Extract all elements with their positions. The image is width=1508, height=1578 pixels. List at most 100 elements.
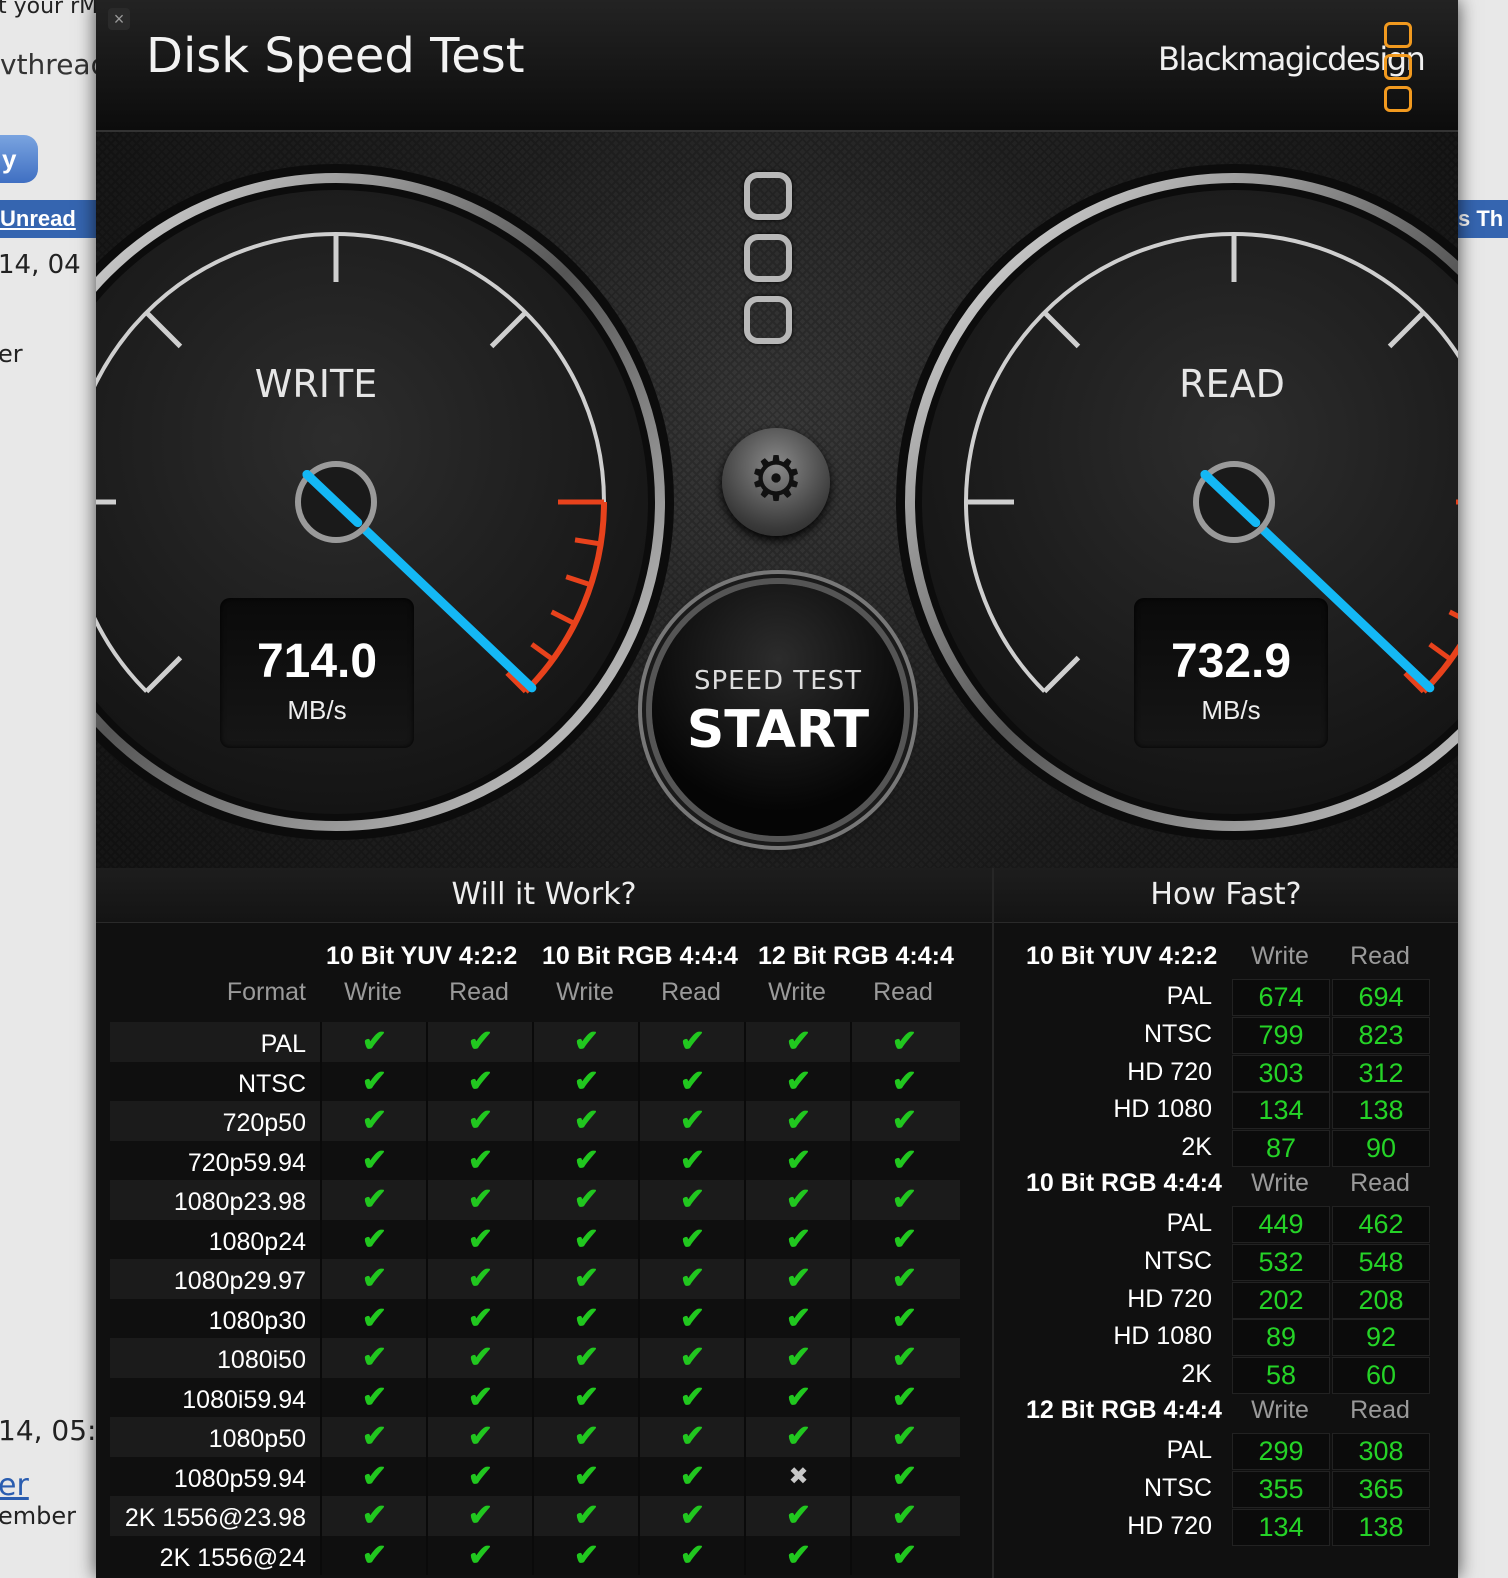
will-it-work-row: 1080p24 ✔ ✔ ✔ ✔ ✔ ✔ — [110, 1219, 960, 1259]
format-label: HD 720 — [1127, 1284, 1212, 1313]
check-icon: ✔ — [850, 1377, 957, 1417]
background-link[interactable]: er — [0, 1468, 29, 1503]
close-icon[interactable]: × — [108, 8, 130, 30]
app-title: Disk Speed Test — [146, 28, 525, 84]
will-it-work-row: 1080p59.94 ✔ ✔ ✔ ✔ ✖ ✔ — [110, 1456, 960, 1496]
check-icon: ✔ — [426, 1377, 533, 1417]
how-fast-row: NTSC 355 365 — [1016, 1470, 1436, 1508]
how-fast-row: PAL 449 462 — [1016, 1205, 1436, 1243]
check-icon: ✔ — [320, 1417, 427, 1457]
check-icon: ✔ — [850, 1417, 957, 1457]
how-fast-group-header: 10 Bit YUV 4:2:2 Write Read — [1016, 942, 1436, 978]
read-fps-value: 694 — [1332, 979, 1430, 1016]
check-icon: ✔ — [638, 1377, 745, 1417]
settings-button[interactable]: ⚙ — [722, 428, 830, 536]
format-label: NTSC — [1143, 1473, 1212, 1502]
write-fps-value: 134 — [1232, 1092, 1330, 1130]
check-icon: ✔ — [532, 1377, 639, 1417]
check-icon: ✔ — [850, 1180, 957, 1220]
format-label: 1080i50 — [217, 1346, 306, 1374]
check-icon: ✔ — [426, 1022, 533, 1062]
format-label: 1080p50 — [208, 1425, 306, 1453]
how-fast-row: NTSC 799 823 — [1016, 1016, 1436, 1054]
check-icon: ✔ — [532, 1140, 639, 1180]
how-fast-row: 2K 58 60 — [1016, 1356, 1436, 1395]
format-label: 1080p30 — [208, 1306, 306, 1335]
format-label: 720p59.94 — [187, 1148, 306, 1177]
check-icon: ✔ — [426, 1417, 533, 1457]
check-icon: ✔ — [532, 1338, 639, 1378]
check-icon: ✔ — [426, 1338, 533, 1378]
background-unread-link[interactable]: Unread — [0, 206, 76, 231]
read-fps-value: 138 — [1332, 1508, 1430, 1546]
read-fps-value: 92 — [1332, 1319, 1430, 1357]
check-icon: ✔ — [744, 1417, 851, 1457]
format-label: 720p50 — [222, 1109, 306, 1137]
check-icon: ✔ — [320, 1298, 427, 1338]
how-fast-row: PAL 674 694 — [1016, 978, 1436, 1016]
format-label: 1080p24 — [208, 1227, 306, 1256]
gear-icon: ⚙ — [748, 445, 804, 514]
format-label: 2K 1556@24 — [159, 1543, 306, 1572]
will-it-work-row: 720p59.94 ✔ ✔ ✔ ✔ ✔ ✔ — [110, 1140, 960, 1180]
read-column-header: Read — [873, 978, 933, 1006]
check-icon: ✔ — [638, 1259, 745, 1299]
check-icon: ✔ — [744, 1338, 851, 1378]
read-fps-value: 138 — [1332, 1092, 1430, 1130]
check-icon: ✔ — [850, 1338, 957, 1378]
start-button-label: START — [686, 700, 870, 760]
check-icon: ✔ — [426, 1535, 533, 1575]
will-it-work-row: 2K 1556@24 ✔ ✔ ✔ ✔ ✔ ✔ — [110, 1535, 960, 1575]
read-column-header: Read — [661, 978, 721, 1006]
write-fps-value: 299 — [1232, 1432, 1330, 1470]
check-icon: ✔ — [426, 1061, 533, 1101]
format-label: 2K 1556@23.98 — [124, 1504, 306, 1532]
check-icon: ✔ — [638, 1535, 745, 1575]
format-label: HD 720 — [1127, 1057, 1212, 1086]
how-fast-group-header: 10 Bit RGB 4:4:4 Write Read — [1016, 1169, 1436, 1205]
check-icon: ✔ — [638, 1022, 745, 1062]
check-icon: ✔ — [532, 1456, 639, 1496]
write-fps-value: 134 — [1232, 1508, 1330, 1546]
write-speed-unit: MB/s — [287, 695, 347, 725]
format-label: HD 720 — [1127, 1511, 1212, 1540]
will-it-work-row: 1080i50 ✔ ✔ ✔ ✔ ✔ ✔ — [110, 1338, 960, 1378]
background-reply-button[interactable]: y — [0, 135, 38, 183]
check-icon: ✔ — [426, 1180, 533, 1220]
format-label: 1080p59.94 — [173, 1464, 306, 1493]
check-icon: ✔ — [426, 1456, 533, 1496]
read-column-header: Read — [1350, 1395, 1410, 1424]
how-fast-row: HD 720 134 138 — [1016, 1508, 1436, 1546]
start-button[interactable]: SPEED TEST START — [652, 584, 904, 836]
how-fast-heading: How Fast? — [994, 868, 1458, 923]
check-icon: ✔ — [638, 1180, 745, 1220]
format-label: 1080p23.98 — [173, 1188, 306, 1216]
write-fps-value: 799 — [1232, 1016, 1330, 1054]
how-fast-row: HD 1080 89 92 — [1016, 1318, 1436, 1357]
check-icon: ✔ — [320, 1377, 427, 1417]
background-text: er — [0, 340, 23, 368]
how-fast-row: 2K 87 90 — [1016, 1129, 1436, 1168]
read-speed-value: 732.9 — [1170, 635, 1292, 688]
cross-icon: ✖ — [744, 1456, 851, 1496]
check-icon: ✔ — [638, 1298, 745, 1338]
check-icon: ✔ — [638, 1219, 745, 1259]
check-icon: ✔ — [320, 1022, 427, 1062]
how-fast-row: HD 1080 134 138 — [1016, 1091, 1436, 1130]
check-icon: ✔ — [850, 1535, 957, 1575]
check-icon: ✔ — [744, 1061, 851, 1101]
read-column-header: Read — [1350, 942, 1410, 970]
how-fast-group-header: 12 Bit RGB 4:4:4 Write Read — [1016, 1396, 1436, 1432]
check-icon: ✔ — [850, 1456, 957, 1496]
results-panel: Will it Work? How Fast? 10 Bit YUV 4:2:2… — [96, 868, 1458, 1578]
check-icon: ✔ — [744, 1101, 851, 1141]
check-icon: ✔ — [744, 1180, 851, 1220]
check-icon: ✔ — [532, 1298, 639, 1338]
write-column-header: Write — [1251, 1395, 1309, 1424]
how-fast-row: HD 720 303 312 — [1016, 1054, 1436, 1092]
check-icon: ✔ — [320, 1061, 427, 1101]
check-icon: ✔ — [638, 1496, 745, 1536]
check-icon: ✔ — [638, 1061, 745, 1101]
check-icon: ✔ — [850, 1101, 957, 1141]
how-fast-group-title: 10 Bit RGB 4:4:4 — [1026, 1168, 1222, 1197]
